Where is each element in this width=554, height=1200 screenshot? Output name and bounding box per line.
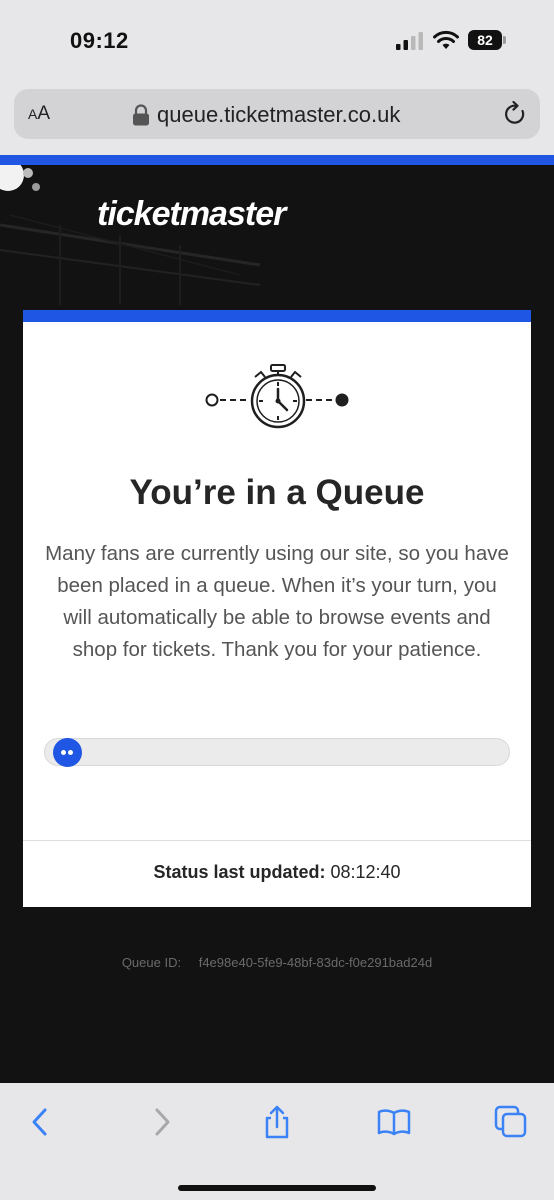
queue-title: You’re in a Queue (129, 473, 425, 512)
cellular-signal-icon (396, 32, 423, 50)
brand-accent-strip (0, 155, 554, 165)
queue-id-value: f4e98e40-5fe9-48bf-83dc-f0e291bad24d (198, 955, 433, 970)
chevron-left-icon[interactable] (24, 1105, 58, 1139)
lock-icon (133, 104, 149, 126)
wifi-icon (433, 30, 459, 49)
status-time: 08:12:40 (330, 862, 401, 882)
text-size-small-a: A (28, 106, 38, 122)
card-accent-bar (23, 310, 531, 322)
chevron-right-icon[interactable] (145, 1105, 179, 1139)
battery-tip (503, 36, 506, 44)
browser-bottom-toolbar (0, 1083, 554, 1200)
stopwatch-icon (205, 364, 349, 429)
battery-indicator: 82 (468, 30, 506, 50)
status-last-updated: Status last updated: 08:12:40 (23, 862, 531, 883)
book-icon[interactable] (377, 1105, 411, 1139)
card-divider (23, 840, 531, 841)
reload-icon[interactable] (503, 101, 527, 127)
queue-id-label: Queue ID: (121, 955, 182, 970)
queue-id-line: Queue ID: f4e98e40-5fe9-48bf-83dc-f0e291… (0, 955, 554, 970)
text-size-button[interactable]: AA (28, 103, 50, 125)
text-size-big-a: A (37, 103, 51, 124)
page-background: ticketmaster You’re in a Queue Many fans… (0, 165, 554, 1085)
battery-level: 82 (468, 30, 502, 50)
address-bar[interactable]: AA queue.ticketmaster.co.uk (14, 89, 540, 139)
queue-progress-bar (44, 738, 510, 767)
queue-message: Many fans are currently using our site, … (45, 542, 509, 661)
stadium-background-image (0, 165, 260, 305)
tabs-icon[interactable] (494, 1105, 528, 1139)
browser-top-chrome: 09:12 82 AA queue.ticketmaster.co.uk (0, 0, 554, 155)
queue-card: You’re in a Queue Many fans are currentl… (23, 310, 531, 907)
status-time: 09:12 (70, 28, 129, 53)
url-text[interactable]: queue.ticketmaster.co.uk (157, 102, 400, 128)
home-indicator (178, 1185, 376, 1191)
status-label: Status last updated: (153, 862, 326, 882)
status-bar: 09:12 82 (0, 0, 554, 80)
progress-indicator (53, 738, 82, 767)
share-icon[interactable] (260, 1105, 294, 1139)
ticketmaster-logo[interactable]: ticketmaster (97, 195, 286, 234)
